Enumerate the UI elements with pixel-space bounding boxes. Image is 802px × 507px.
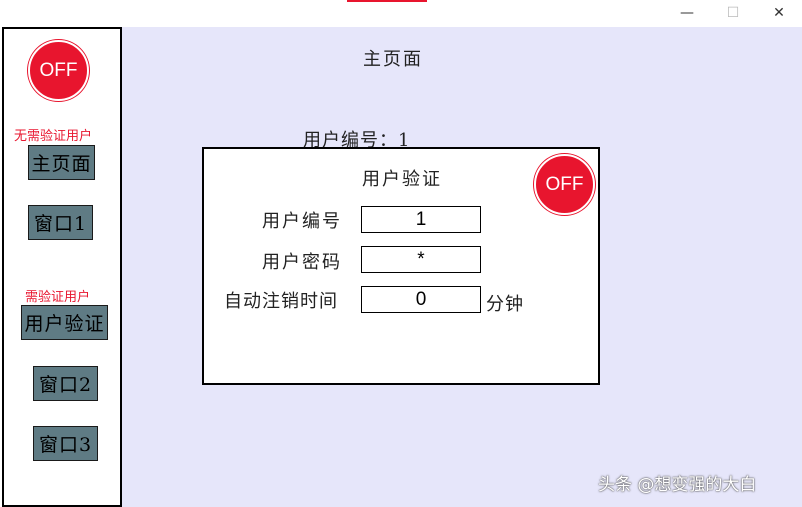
user-password-label: 用户密码 (262, 252, 342, 273)
sidebar-off-button[interactable]: OFF (28, 40, 89, 101)
auto-logout-unit: 分钟 (486, 294, 524, 315)
window-titlebar: — ☐ ✕ (0, 0, 802, 26)
auto-logout-label: 自动注销时间 (224, 291, 338, 312)
page-title: 主页面 (363, 49, 423, 70)
user-password-input[interactable]: * (361, 246, 481, 273)
minimize-button[interactable]: — (664, 0, 710, 26)
nav-button-window1[interactable]: 窗口1 (28, 205, 93, 240)
group-label-auth: 需验证用户 (25, 290, 91, 305)
dialog-off-button[interactable]: OFF (534, 154, 595, 215)
nav-button-window3[interactable]: 窗口3 (33, 426, 98, 461)
nav-button-user-auth[interactable]: 用户验证 (21, 305, 108, 340)
watermark: 头条 @想变强的大白 (598, 475, 757, 495)
nav-button-window2[interactable]: 窗口2 (33, 366, 98, 401)
user-number-label: 用户编号 (262, 211, 342, 232)
user-number-input[interactable]: 1 (361, 206, 481, 233)
maximize-button[interactable]: ☐ (710, 0, 756, 26)
close-button[interactable]: ✕ (756, 0, 802, 26)
titlebar-accent (347, 0, 427, 2)
nav-button-home[interactable]: 主页面 (28, 145, 95, 180)
auto-logout-input[interactable]: 0 (361, 286, 481, 313)
group-label-no-auth: 无需验证用户 (14, 129, 93, 144)
dialog-title: 用户验证 (362, 169, 442, 190)
